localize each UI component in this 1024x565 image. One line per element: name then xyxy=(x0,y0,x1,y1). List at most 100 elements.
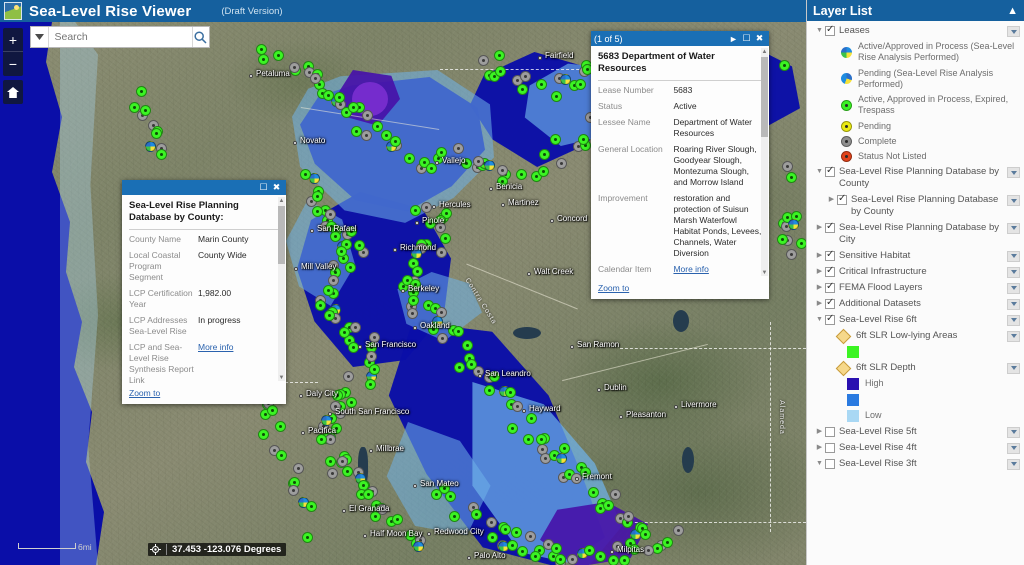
lease-marker[interactable] xyxy=(267,405,278,416)
lease-marker[interactable] xyxy=(426,163,437,174)
close-icon[interactable]: ✖ xyxy=(753,32,766,45)
lease-marker[interactable] xyxy=(275,421,286,432)
layer-list-item[interactable]: ▶Sea-Level Rise Planning Database by Cou… xyxy=(807,192,1024,220)
layer-list-item[interactable]: ▶Sea-Level Rise Planning Database by Cit… xyxy=(807,220,1024,248)
layer-checkbox[interactable] xyxy=(825,167,835,177)
lease-marker[interactable] xyxy=(354,240,365,251)
lease-marker[interactable] xyxy=(343,371,354,382)
layer-list-item[interactable]: ▼Sea-Level Rise Planning Database by Cou… xyxy=(807,164,1024,192)
layer-options-button[interactable] xyxy=(1007,299,1020,310)
chevron-right-icon[interactable]: ▶ xyxy=(815,250,824,262)
lease-marker[interactable] xyxy=(603,500,614,511)
lease-marker[interactable] xyxy=(334,92,345,103)
lease-marker[interactable] xyxy=(786,249,797,260)
layer-checkbox[interactable] xyxy=(825,315,835,325)
lease-marker[interactable] xyxy=(486,517,497,528)
lease-marker[interactable] xyxy=(536,434,547,445)
scroll-thumb[interactable] xyxy=(761,57,768,137)
lease-marker[interactable] xyxy=(435,222,446,233)
lease-marker[interactable] xyxy=(454,362,465,373)
lease-marker[interactable] xyxy=(484,160,495,171)
county-zoom-to-link[interactable]: Zoom to xyxy=(129,388,160,398)
lease-marker[interactable] xyxy=(136,86,147,97)
lease-marker[interactable] xyxy=(567,554,578,565)
lease-marker[interactable] xyxy=(348,102,359,113)
lease-marker[interactable] xyxy=(390,136,401,147)
lease-marker[interactable] xyxy=(505,387,516,398)
lease-marker[interactable] xyxy=(556,453,567,464)
lease-marker[interactable] xyxy=(530,551,541,562)
lease-marker[interactable] xyxy=(523,434,534,445)
lease-marker[interactable] xyxy=(494,50,505,61)
layer-options-button[interactable] xyxy=(1007,427,1020,438)
lease-marker[interactable] xyxy=(782,161,793,172)
lease-marker[interactable] xyxy=(619,555,630,565)
lease-marker[interactable] xyxy=(608,555,619,565)
lease-marker[interactable] xyxy=(312,191,323,202)
layer-checkbox[interactable] xyxy=(825,459,835,469)
layer-checkbox[interactable] xyxy=(825,267,835,277)
layer-options-button[interactable] xyxy=(1007,267,1020,278)
layer-list-item[interactable]: ▼Leases xyxy=(807,23,1024,39)
layer-list-item[interactable]: ▶Critical Infrastructure xyxy=(807,264,1024,280)
lease-marker[interactable] xyxy=(516,169,527,180)
layer-options-button[interactable] xyxy=(1007,443,1020,454)
chevron-up-icon[interactable]: ▲ xyxy=(1007,5,1018,17)
close-icon[interactable]: ✖ xyxy=(270,181,283,194)
scroll-up-icon[interactable]: ▲ xyxy=(278,197,285,204)
layer-list-item[interactable]: ▼Sea-Level Rise 3ft xyxy=(807,456,1024,472)
layer-options-button[interactable] xyxy=(1007,195,1020,206)
lease-marker[interactable] xyxy=(440,233,451,244)
layer-list-item[interactable]: 6ft SLR Low-lying Areas xyxy=(807,328,1024,344)
lease-marker[interactable] xyxy=(339,327,350,338)
zoom-out-button[interactable]: − xyxy=(3,52,23,76)
lease-marker[interactable] xyxy=(421,202,432,213)
layer-list-items[interactable]: ▼LeasesActive/Approved in Process (Sea-L… xyxy=(807,21,1024,565)
lease-zoom-to-link[interactable]: Zoom to xyxy=(598,283,629,293)
lease-marker[interactable] xyxy=(310,73,321,84)
lease-marker[interactable] xyxy=(436,147,447,158)
layer-options-button[interactable] xyxy=(1007,223,1020,234)
chevron-right-icon[interactable]: ▶ xyxy=(827,194,836,206)
layer-list-item[interactable]: 6ft SLR Depth xyxy=(807,360,1024,376)
lease-marker[interactable] xyxy=(550,134,561,145)
layer-options-button[interactable] xyxy=(1007,167,1020,178)
layer-options-button[interactable] xyxy=(1007,331,1020,342)
lease-marker[interactable] xyxy=(539,149,550,160)
search-input[interactable] xyxy=(49,27,192,47)
lease-marker[interactable] xyxy=(327,468,338,479)
layer-options-button[interactable] xyxy=(1007,315,1020,326)
chevron-right-icon[interactable]: ▶ xyxy=(815,266,824,278)
scroll-down-icon[interactable]: ▼ xyxy=(278,374,285,381)
lease-marker[interactable] xyxy=(289,62,300,73)
lease-marker[interactable] xyxy=(551,91,562,102)
lease-marker[interactable] xyxy=(473,156,484,167)
attribute-link[interactable]: More info xyxy=(198,342,279,383)
layer-checkbox[interactable] xyxy=(837,195,847,205)
lease-marker[interactable] xyxy=(293,463,304,474)
lease-marker[interactable] xyxy=(575,79,586,90)
lease-marker[interactable] xyxy=(507,423,518,434)
lease-marker[interactable] xyxy=(363,489,374,500)
lease-marker[interactable] xyxy=(140,105,151,116)
layer-checkbox[interactable] xyxy=(825,299,835,309)
lease-marker[interactable] xyxy=(461,158,472,169)
next-arrow-icon[interactable]: ► xyxy=(727,32,740,45)
county-popup-scrollbar[interactable]: ▲ ▼ xyxy=(278,197,285,381)
layer-list-item[interactable]: ▶Additional Datasets xyxy=(807,296,1024,312)
layer-list-item[interactable]: ▶Sea-Level Rise 5ft xyxy=(807,424,1024,440)
lease-marker[interactable] xyxy=(786,172,797,183)
chevron-right-icon[interactable]: ▶ xyxy=(815,298,824,310)
scroll-up-icon[interactable]: ▲ xyxy=(761,48,768,55)
lease-marker[interactable] xyxy=(302,532,313,543)
lease-marker[interactable] xyxy=(330,401,341,412)
chevron-down-icon[interactable]: ▼ xyxy=(815,314,824,326)
lease-marker[interactable] xyxy=(332,390,343,401)
lease-marker[interactable] xyxy=(495,66,506,77)
lease-marker[interactable] xyxy=(777,234,788,245)
lease-marker[interactable] xyxy=(500,524,511,535)
chevron-down-icon[interactable]: ▼ xyxy=(815,25,824,37)
lease-marker[interactable] xyxy=(584,545,595,556)
lease-marker[interactable] xyxy=(526,413,537,424)
layer-list-item[interactable]: ▶Sensitive Habitat xyxy=(807,248,1024,264)
